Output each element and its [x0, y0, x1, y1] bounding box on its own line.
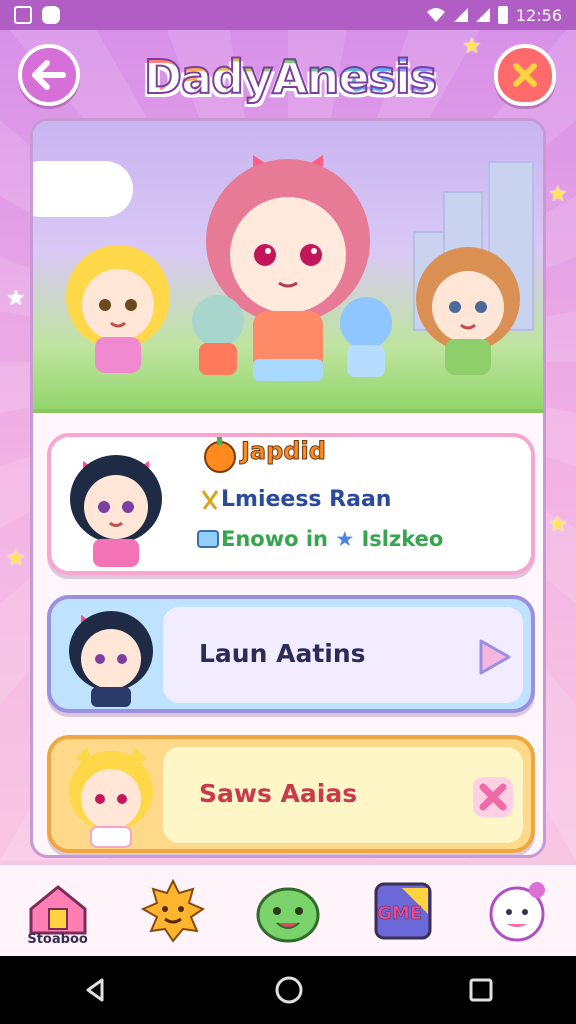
nav-home[interactable]: Stoaboo	[18, 871, 98, 951]
bottom-nav: Stoaboo GME	[0, 862, 576, 956]
chibi-small-right	[340, 297, 392, 377]
close-icon	[513, 63, 537, 87]
slime-face-icon	[256, 887, 320, 942]
signal-icon	[475, 8, 490, 22]
chibi-blonde	[66, 245, 170, 373]
back-nav-icon[interactable]	[82, 976, 110, 1004]
card-heading: Japdid	[241, 437, 327, 466]
card-title: Laun Aatins	[199, 639, 366, 668]
chibi-small-left	[192, 295, 244, 375]
star-icon: ★	[6, 546, 26, 571]
nav-game[interactable]: GME	[363, 871, 443, 951]
close-x-icon[interactable]	[471, 775, 515, 819]
hero-banner	[33, 121, 543, 413]
nav-slime[interactable]	[248, 871, 328, 951]
recents-nav-icon[interactable]	[468, 977, 494, 1003]
nav-label: Stoaboo	[27, 931, 88, 947]
nav-sun[interactable]	[133, 871, 213, 951]
ghost-face-icon	[489, 881, 546, 941]
game-label: GME	[377, 902, 423, 924]
back-button[interactable]	[18, 44, 80, 106]
orange-fruit-icon	[204, 437, 236, 473]
image-icon	[14, 6, 32, 24]
star-icon: ★	[462, 34, 482, 59]
notification-icon	[42, 6, 60, 24]
main-panel: Japdid Lmieess Raan Enowo in ★ Islzkeo L…	[30, 118, 546, 858]
star-icon: ★	[548, 182, 568, 207]
app-title: DadyAnesis	[120, 49, 460, 116]
clock: 12:56	[515, 5, 562, 25]
avatar	[69, 611, 153, 707]
status-bar: 12:56	[0, 0, 576, 30]
star-icon: ★	[6, 286, 26, 311]
card-detail: Enowo in ★ Islzkeo	[221, 527, 444, 551]
ribbon-icon	[201, 490, 219, 510]
book-icon	[197, 530, 219, 548]
star-icon: ★	[548, 512, 568, 537]
card-title: Saws Aaias	[199, 779, 358, 808]
signal-icon	[453, 8, 468, 22]
battery-icon	[497, 6, 508, 24]
character-card[interactable]: Japdid Lmieess Raan Enowo in ★ Islzkeo	[47, 433, 535, 575]
back-arrow-icon	[32, 60, 66, 90]
avatar	[69, 747, 153, 848]
star-icon: ★	[335, 527, 355, 551]
nav-ghost[interactable]	[478, 871, 558, 951]
system-nav-bar	[0, 956, 576, 1024]
cloud	[33, 161, 133, 217]
menu-card-launch[interactable]: Laun Aatins	[47, 595, 535, 713]
card-subtitle: Lmieess Raan	[221, 487, 392, 512]
wifi-icon	[426, 8, 445, 22]
chibi-brunette	[416, 247, 520, 375]
home-nav-icon[interactable]	[274, 975, 304, 1005]
play-arrow-icon[interactable]	[471, 635, 515, 679]
avatar	[70, 455, 162, 567]
close-button[interactable]	[494, 44, 556, 106]
sun-face-icon	[140, 878, 205, 943]
menu-card-save[interactable]: Saws Aaias	[47, 735, 535, 853]
